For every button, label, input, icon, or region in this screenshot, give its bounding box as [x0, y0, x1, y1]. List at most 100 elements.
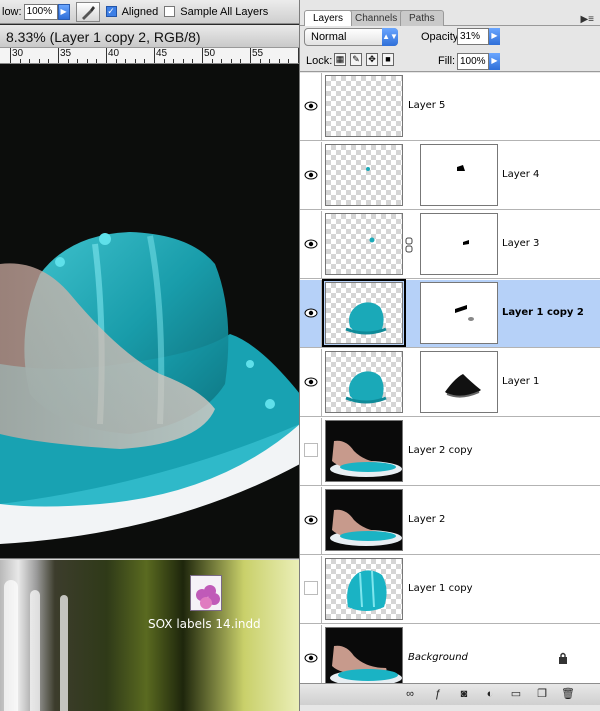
tab-paths[interactable]: Paths — [400, 10, 444, 26]
palette-footer: ∞ ƒ ◙ ◐ ▭ ❐ 🗑 — [300, 683, 600, 705]
visibility-toggle[interactable] — [300, 556, 322, 624]
layer-thumbnail[interactable] — [325, 558, 403, 620]
tab-layers[interactable]: Layers — [304, 10, 353, 26]
new-layer-icon[interactable]: ❐ — [534, 687, 550, 703]
opacity-slider-button[interactable]: ▶ — [489, 28, 500, 45]
ruler-tick — [278, 59, 280, 63]
layer-thumbnail[interactable] — [325, 213, 403, 275]
layer-row-selected[interactable]: Layer 1 copy 2 — [300, 279, 600, 348]
visibility-toggle[interactable] — [300, 280, 322, 348]
layer-row[interactable]: Layer 1 — [300, 349, 600, 417]
blend-mode-select[interactable]: Normal ▲▼ — [304, 28, 398, 46]
layer-row[interactable]: Layer 2 — [300, 487, 600, 555]
ruler-tick — [211, 59, 213, 63]
ruler-number: 45 — [156, 48, 168, 59]
ruler-tick — [240, 59, 242, 63]
add-mask-icon[interactable]: ◙ — [456, 687, 472, 703]
lock-transparency-icon[interactable]: ▦ — [334, 53, 346, 66]
ruler-tick — [259, 59, 261, 63]
tab-channels[interactable]: Channels — [346, 10, 407, 26]
layer-row[interactable]: Layer 3 — [300, 211, 600, 279]
layer-name[interactable]: Layer 1 copy 2 — [502, 307, 584, 318]
layer-thumbnail[interactable] — [325, 420, 403, 482]
layer-row[interactable]: Layer 1 copy — [300, 556, 600, 624]
layer-thumbnail[interactable] — [325, 627, 403, 683]
chevron-down-icon: ▲▼ — [382, 28, 398, 46]
layer-thumbnail[interactable] — [325, 75, 403, 137]
layer-mask-thumbnail[interactable] — [420, 213, 498, 275]
layer-name[interactable]: Layer 1 copy — [408, 583, 472, 594]
flow-label: low: — [2, 5, 22, 18]
aligned-label: Aligned — [121, 5, 159, 18]
layer-name[interactable]: Layer 2 copy — [408, 445, 472, 456]
layer-style-icon[interactable]: ƒ — [430, 687, 446, 703]
eye-icon — [304, 239, 318, 249]
layer-thumbnail[interactable] — [325, 351, 403, 413]
layer-thumbnail[interactable] — [322, 279, 406, 347]
opacity-input[interactable]: 31% — [457, 28, 489, 45]
lock-all-icon[interactable]: ■ — [382, 53, 394, 66]
ruler-tick — [250, 48, 251, 63]
hidden-visibility-box[interactable] — [304, 581, 318, 595]
horizontal-ruler: 30 35 40 45 50 55 — [0, 48, 300, 64]
desktop-background — [0, 560, 305, 711]
flow-input[interactable]: 100% — [23, 3, 58, 20]
layer-row[interactable]: Layer 2 copy — [300, 418, 600, 486]
sample-all-layers-checkbox[interactable] — [164, 6, 176, 17]
indesign-file-icon[interactable] — [186, 575, 226, 611]
layer-name[interactable]: Layer 2 — [408, 514, 445, 525]
palette-menu-icon[interactable]: ▶≡ — [580, 14, 594, 25]
layer-name[interactable]: Layer 4 — [502, 169, 539, 180]
lock-image-icon[interactable]: ✎ — [350, 53, 362, 66]
layer-mask-thumbnail[interactable] — [420, 351, 498, 413]
document-canvas[interactable] — [0, 64, 300, 560]
visibility-toggle[interactable] — [300, 73, 322, 141]
link-layers-icon[interactable]: ∞ — [402, 687, 418, 703]
eye-icon — [304, 170, 318, 180]
layers-list: Layer 5 Layer 4 Layer 3 Layer 1 copy 2 L… — [300, 73, 600, 683]
hidden-visibility-box[interactable] — [304, 443, 318, 457]
eye-icon — [304, 653, 318, 663]
layer-name[interactable]: Background — [408, 652, 468, 663]
ruler-tick — [38, 59, 40, 63]
layer-row[interactable]: Background — [300, 625, 600, 683]
ruler-number: 50 — [204, 48, 216, 59]
airbrush-icon[interactable] — [75, 1, 100, 22]
fill-input[interactable]: 100% — [457, 53, 489, 70]
visibility-toggle[interactable] — [300, 625, 322, 683]
eye-icon — [304, 515, 318, 525]
new-group-icon[interactable]: ▭ — [508, 687, 524, 703]
ruler-tick — [86, 59, 88, 63]
eye-icon — [304, 377, 318, 387]
document-title: 8.33% (Layer 1 copy 2, RGB/8) — [0, 25, 300, 48]
visibility-toggle[interactable] — [300, 418, 322, 486]
layer-name[interactable]: Layer 3 — [502, 238, 539, 249]
fill-slider-button[interactable]: ▶ — [489, 53, 500, 70]
layer-thumbnail[interactable] — [325, 489, 403, 551]
flow-dropdown-button[interactable]: ▶ — [57, 3, 70, 20]
layer-name[interactable]: Layer 1 — [502, 376, 539, 387]
layers-palette: Layers Channels Paths ▶≡ Normal ▲▼ Opaci… — [299, 0, 600, 711]
visibility-toggle[interactable] — [300, 142, 322, 210]
ruler-tick — [221, 59, 223, 63]
layer-mask-thumbnail[interactable] — [420, 144, 498, 206]
trash-icon[interactable]: 🗑 — [560, 687, 576, 703]
visibility-toggle[interactable] — [300, 349, 322, 417]
chain-link-icon[interactable] — [405, 237, 413, 253]
ruler-tick — [269, 59, 271, 63]
ruler-tick — [96, 59, 98, 63]
visibility-toggle[interactable] — [300, 487, 322, 555]
layer-row[interactable]: Layer 5 — [300, 73, 600, 141]
file-name-label[interactable]: SOX labels 14.indd — [148, 617, 261, 631]
visibility-toggle[interactable] — [300, 211, 322, 279]
ruler-tick — [10, 48, 11, 63]
adjustment-layer-icon[interactable]: ◐ — [482, 687, 498, 703]
layer-thumbnail[interactable] — [325, 144, 403, 206]
ruler-tick — [182, 59, 184, 63]
ruler-number: 35 — [60, 48, 72, 59]
layer-mask-thumbnail[interactable] — [420, 282, 498, 344]
layer-row[interactable]: Layer 4 — [300, 142, 600, 210]
aligned-checkbox[interactable]: ✓ — [105, 6, 117, 17]
layer-name[interactable]: Layer 5 — [408, 100, 445, 111]
lock-position-icon[interactable]: ✥ — [366, 53, 378, 66]
